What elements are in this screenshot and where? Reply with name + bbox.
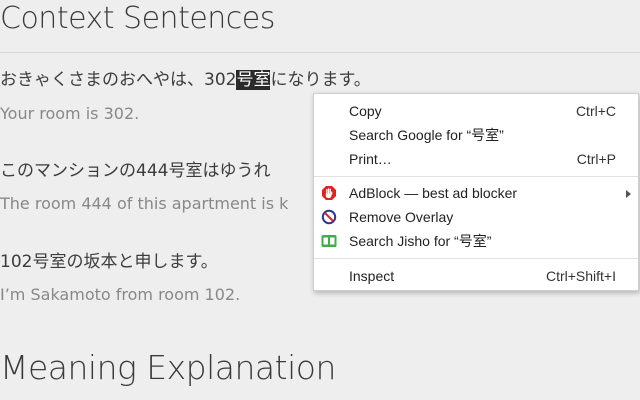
section-title: Context Sentences [0,1,275,36]
sentence-3-japanese: 102号室の坂本と申します。 [0,252,218,272]
menu-item-label: Remove Overlay [349,209,454,225]
menu-item-adblock[interactable]: AdBlock — best ad blocker [314,181,638,205]
menu-item-label: Search Google for “号室” [349,127,504,143]
menu-item-label: Copy [349,103,382,119]
menu-item-label: AdBlock — best ad blocker [349,185,518,201]
jisho-icon [321,233,337,249]
menu-item-label: Search Jisho for “号室” [349,233,492,249]
adblock-hand-icon [321,185,337,201]
menu-separator [314,258,638,259]
sentence-2-english: The room 444 of this apartment is k [0,194,289,213]
sentence-1-text-after: になります。 [270,70,371,90]
menu-item-remove-overlay[interactable]: Remove Overlay [314,205,638,229]
context-menu: Copy Ctrl+C Search Google for “号室” Print… [313,93,639,291]
divider [0,52,640,53]
menu-item-shortcut: Ctrl+C [575,103,616,119]
selected-text[interactable]: 号室 [236,70,271,90]
sentence-3-english: I’m Sakamoto from room 102. [0,285,241,304]
menu-item-search-jisho[interactable]: Search Jisho for “号室” [314,229,638,253]
sentence-2-japanese: このマンションの444号室はゆうれ [0,161,271,181]
remove-overlay-icon [321,209,337,225]
menu-item-shortcut: Ctrl+Shift+I [545,268,616,284]
submenu-arrow-icon [626,190,631,198]
page: Context Sentences おきゃくさまのおへやは、302号室になります… [0,0,640,400]
menu-separator [314,176,638,177]
sentence-1-english: Your room is 302. [0,104,140,123]
menu-item-label: Print… [349,151,392,167]
menu-item-search-google[interactable]: Search Google for “号室” [314,123,638,147]
menu-item-shortcut: Ctrl+P [576,151,616,167]
menu-item-print[interactable]: Print… Ctrl+P [314,147,638,171]
menu-item-copy[interactable]: Copy Ctrl+C [314,99,638,123]
next-section-title: Meaning Explanation [0,348,336,387]
sentence-1-japanese[interactable]: おきゃくさまのおへやは、302号室になります。 [0,69,371,91]
sentence-1-text-before: おきゃくさまのおへやは、302 [0,70,237,90]
menu-item-inspect[interactable]: Inspect Ctrl+Shift+I [314,264,638,288]
menu-item-label: Inspect [349,268,395,284]
